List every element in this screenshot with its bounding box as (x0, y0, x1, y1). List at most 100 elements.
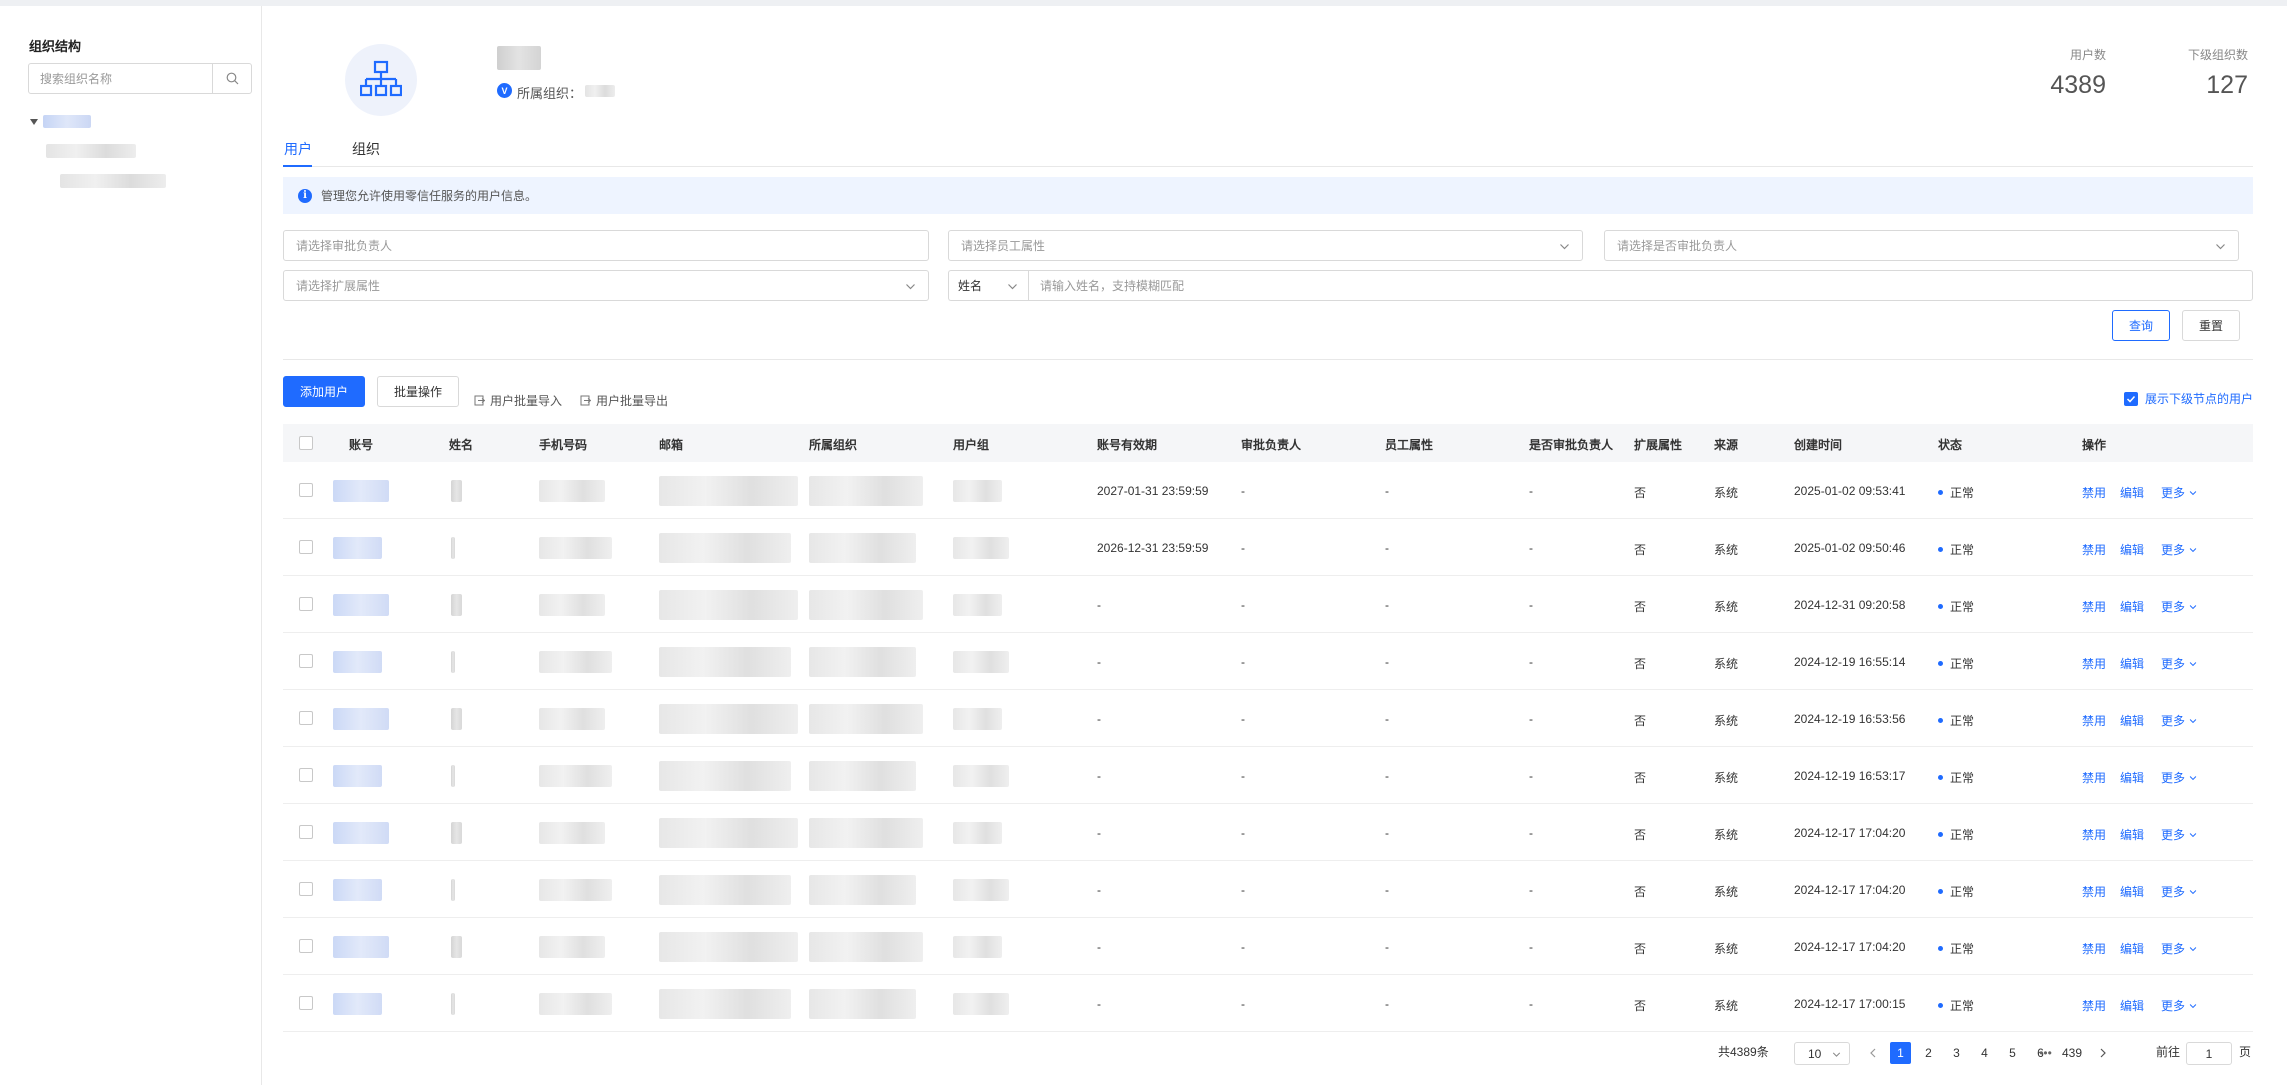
org-cell (809, 533, 916, 563)
query-button[interactable]: 查询 (2112, 310, 2170, 341)
account-cell[interactable] (333, 765, 382, 787)
tree-node-root[interactable] (43, 115, 91, 128)
more-dropdown[interactable]: 更多 (2161, 541, 2197, 558)
row-checkbox[interactable] (299, 597, 313, 611)
more-dropdown[interactable]: 更多 (2161, 997, 2197, 1014)
disable-link[interactable]: 禁用 (2082, 769, 2106, 786)
account-cell[interactable] (333, 651, 382, 673)
name-search-input[interactable]: 请输入姓名，支持模糊匹配 (1028, 270, 2253, 301)
tab-orgs[interactable]: 组织 (352, 139, 380, 159)
disable-link[interactable]: 禁用 (2082, 655, 2106, 672)
is-approver-cell: - (1529, 541, 1533, 555)
more-dropdown[interactable]: 更多 (2161, 484, 2197, 501)
prev-page-button[interactable] (1862, 1042, 1883, 1064)
disable-link[interactable]: 禁用 (2082, 712, 2106, 729)
disable-link[interactable]: 禁用 (2082, 997, 2106, 1014)
approver-select[interactable]: 请选择审批负责人 (283, 230, 929, 261)
org-search-button[interactable] (212, 64, 251, 93)
row-checkbox[interactable] (299, 825, 313, 839)
tree-node-grandchild[interactable] (60, 174, 166, 188)
page-number[interactable]: 4 (1974, 1042, 1995, 1064)
created-cell: 2025-01-02 09:50:46 (1794, 541, 1906, 555)
page-number[interactable]: 3 (1946, 1042, 1967, 1064)
account-cell[interactable] (333, 822, 389, 844)
row-checkbox[interactable] (299, 654, 313, 668)
table-row: 2027-01-31 23:59:59 - - - 否 系统 2025-01-02 09:5… (283, 462, 2253, 519)
edit-link[interactable]: 编辑 (2120, 541, 2144, 558)
row-checkbox[interactable] (299, 768, 313, 782)
tree-expand-caret-icon[interactable] (30, 119, 38, 125)
batch-import-link[interactable]: 用户批量导入 (474, 392, 562, 409)
edit-link[interactable]: 编辑 (2120, 598, 2144, 615)
row-checkbox[interactable] (299, 882, 313, 896)
page-number[interactable]: 2 (1918, 1042, 1939, 1064)
is-approver-cell: - (1529, 940, 1533, 954)
edit-link[interactable]: 编辑 (2120, 997, 2144, 1014)
page-size-value: 10 (1808, 1046, 1822, 1061)
disable-link[interactable]: 禁用 (2082, 826, 2106, 843)
is-approver-select[interactable]: 请选择是否审批负责人 (1604, 230, 2239, 261)
edit-link[interactable]: 编辑 (2120, 484, 2144, 501)
pagination-total: 共4389条 (1718, 1045, 1769, 1059)
row-checkbox[interactable] (299, 540, 313, 554)
edit-link[interactable]: 编辑 (2120, 769, 2144, 786)
disable-link[interactable]: 禁用 (2082, 541, 2106, 558)
edit-link[interactable]: 编辑 (2120, 826, 2144, 843)
batch-operation-button[interactable]: 批量操作 (377, 376, 459, 407)
disable-link[interactable]: 禁用 (2082, 484, 2106, 501)
ext-attr-select[interactable]: 请选择扩展属性 (283, 270, 929, 301)
show-sub-users-checkbox[interactable]: 展示下级节点的用户 (2123, 390, 2253, 407)
more-dropdown[interactable]: 更多 (2161, 655, 2197, 672)
edit-link[interactable]: 编辑 (2120, 883, 2144, 900)
org-search-input[interactable] (29, 64, 212, 93)
chevron-down-icon (906, 284, 915, 290)
account-cell[interactable] (333, 537, 382, 559)
reset-button[interactable]: 重置 (2182, 310, 2240, 341)
more-dropdown[interactable]: 更多 (2161, 598, 2197, 615)
chevron-down-icon (2189, 946, 2197, 951)
page-number[interactable]: 5 (2002, 1042, 2023, 1064)
user-group-cell (953, 708, 1002, 730)
more-dropdown[interactable]: 更多 (2161, 769, 2197, 786)
account-cell[interactable] (333, 993, 382, 1015)
org-sidebar: 组织结构 (0, 6, 262, 1085)
row-checkbox[interactable] (299, 939, 313, 953)
expiry-cell: - (1097, 598, 1101, 612)
account-cell[interactable] (333, 708, 389, 730)
disable-link[interactable]: 禁用 (2082, 598, 2106, 615)
tree-node-child[interactable] (46, 144, 136, 158)
account-cell[interactable] (333, 480, 389, 502)
edit-link[interactable]: 编辑 (2120, 712, 2144, 729)
name-field-select[interactable]: 姓名 (948, 270, 1028, 301)
next-page-button[interactable] (2092, 1042, 2113, 1064)
account-cell[interactable] (333, 936, 389, 958)
tab-users[interactable]: 用户 (284, 139, 312, 159)
more-dropdown[interactable]: 更多 (2161, 883, 2197, 900)
account-cell[interactable] (333, 594, 389, 616)
page-number[interactable]: 1 (1890, 1042, 1911, 1064)
user-group-cell (953, 936, 1002, 958)
row-checkbox[interactable] (299, 483, 313, 497)
email-cell (659, 533, 791, 563)
row-checkbox[interactable] (299, 996, 313, 1010)
disable-link[interactable]: 禁用 (2082, 940, 2106, 957)
batch-export-link[interactable]: 用户批量导出 (580, 392, 668, 409)
more-dropdown[interactable]: 更多 (2161, 940, 2197, 957)
status-cell: 正常 (1938, 712, 1974, 729)
edit-link[interactable]: 编辑 (2120, 940, 2144, 957)
account-cell[interactable] (333, 879, 382, 901)
more-dropdown[interactable]: 更多 (2161, 712, 2197, 729)
select-all-checkbox[interactable] (299, 436, 313, 450)
row-checkbox[interactable] (299, 711, 313, 725)
chevron-down-icon (2189, 1003, 2197, 1008)
disable-link[interactable]: 禁用 (2082, 883, 2106, 900)
more-dropdown[interactable]: 更多 (2161, 826, 2197, 843)
page-last[interactable]: 439 (2056, 1042, 2088, 1064)
goto-page-input[interactable]: 1 (2186, 1042, 2232, 1065)
page-size-select[interactable]: 10 (1794, 1042, 1850, 1065)
edit-link[interactable]: 编辑 (2120, 655, 2144, 672)
add-user-button[interactable]: 添加用户 (283, 376, 365, 407)
page-ellipsis[interactable]: ••• (2035, 1042, 2056, 1064)
employee-attr-select[interactable]: 请选择员工属性 (948, 230, 1583, 261)
created-cell: 2024-12-31 09:20:58 (1794, 598, 1906, 612)
